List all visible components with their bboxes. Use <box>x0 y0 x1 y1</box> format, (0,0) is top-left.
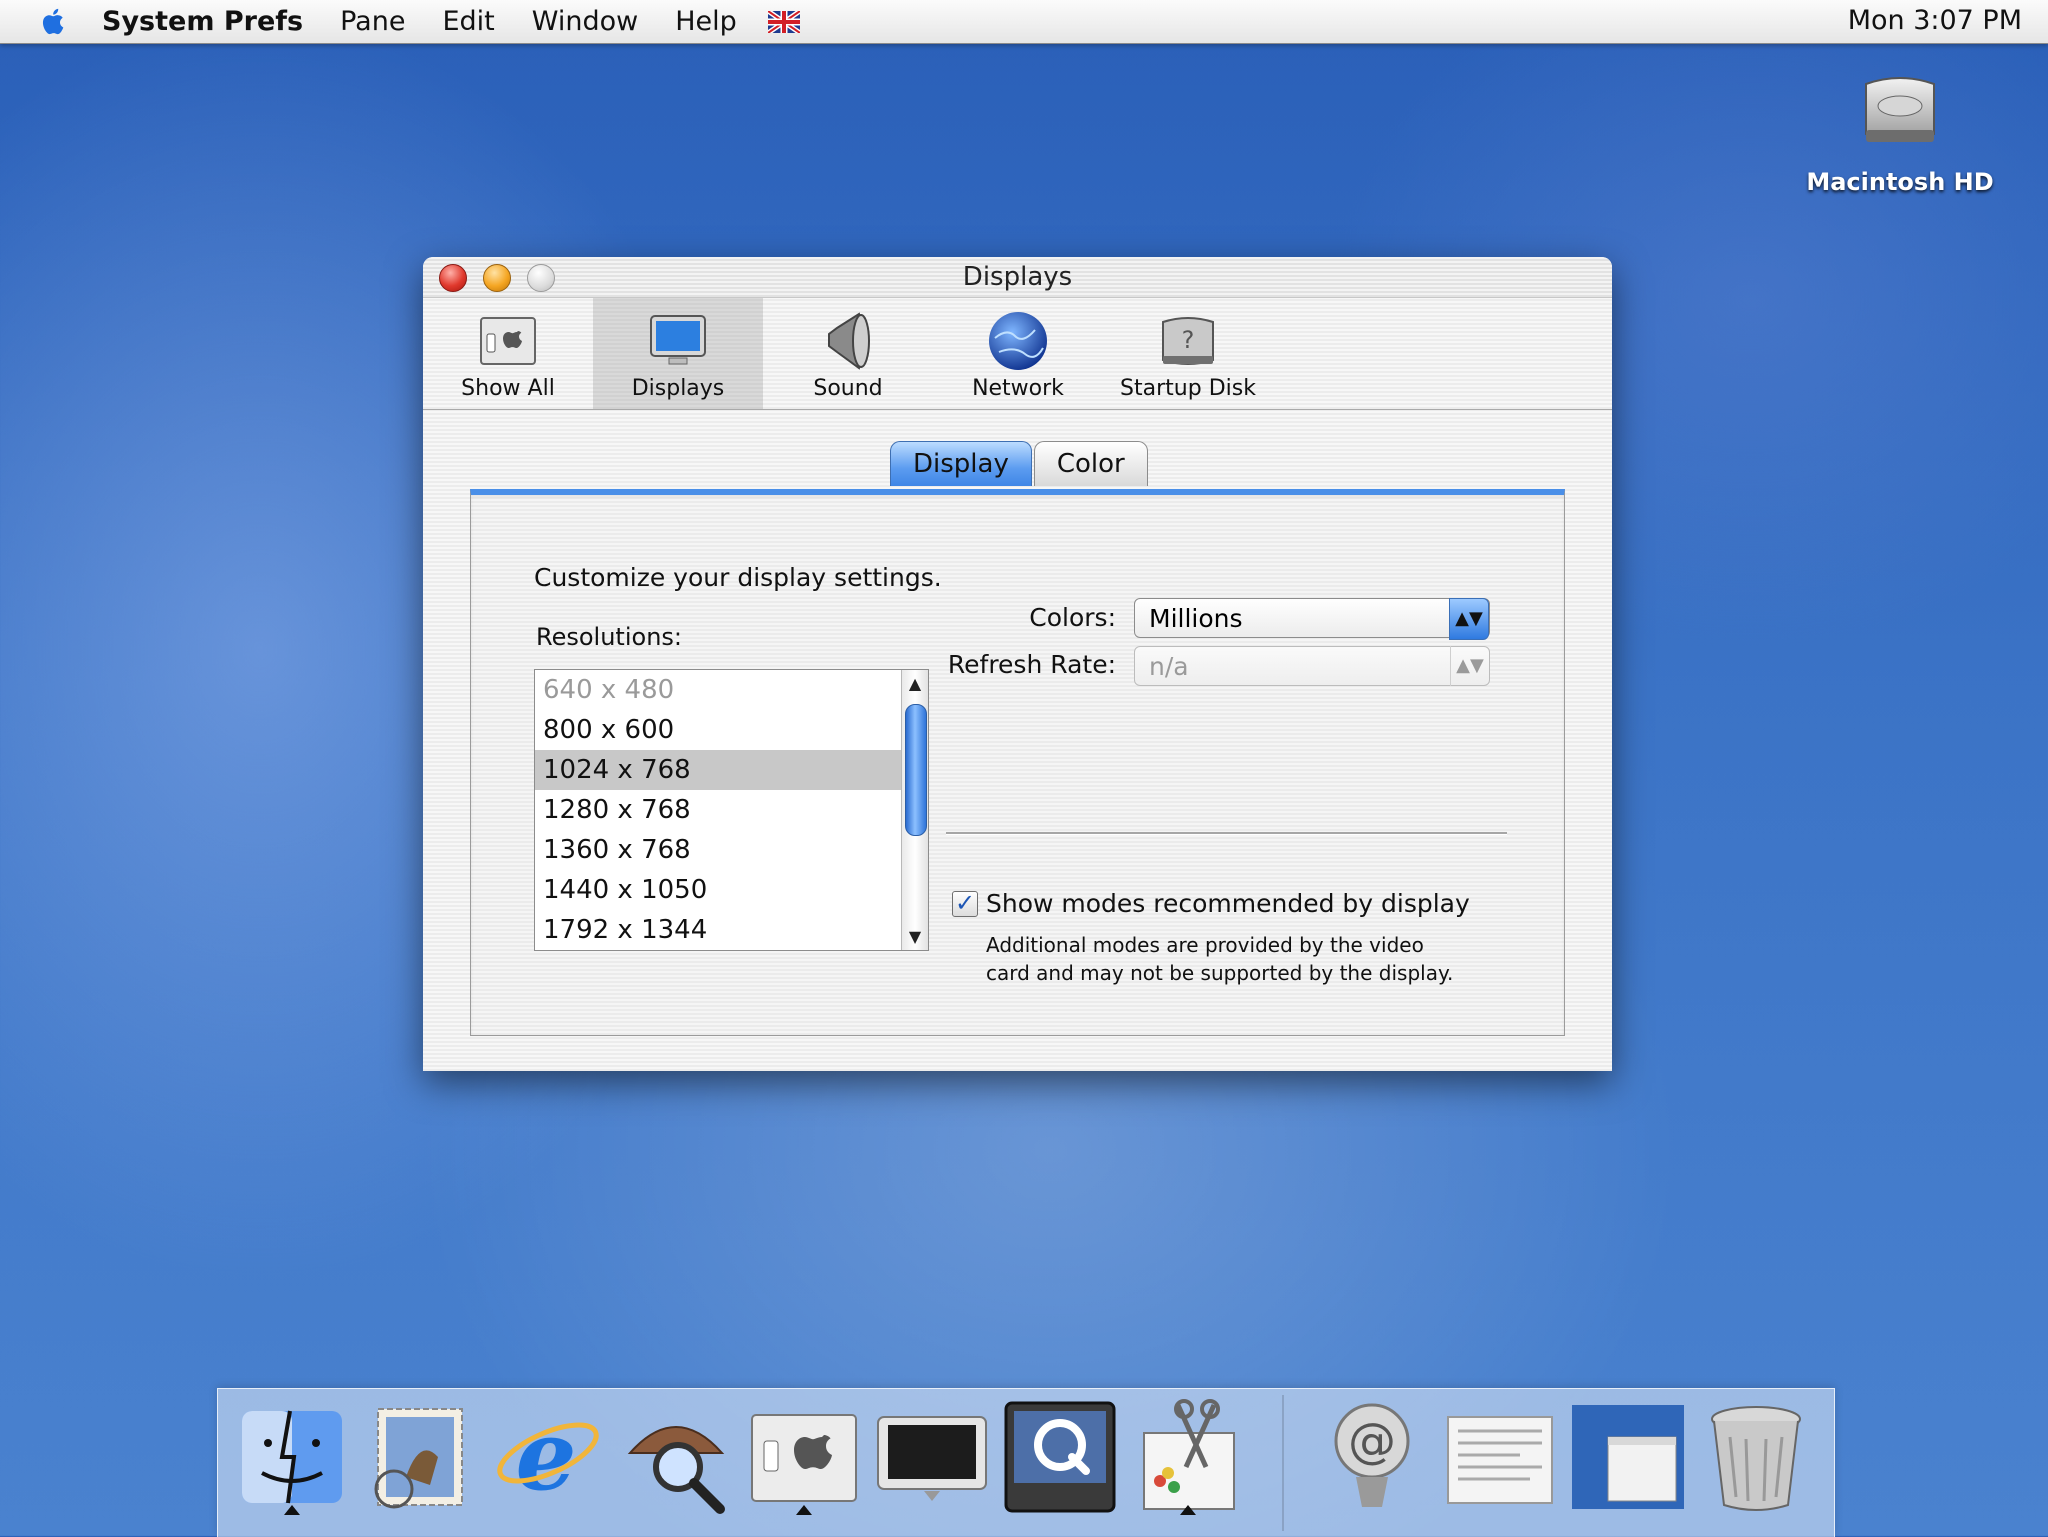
refresh-rate-label: Refresh Rate: <box>947 650 1116 679</box>
colors-label: Colors: <box>1029 603 1116 632</box>
colors-select-value: Millions <box>1149 604 1243 633</box>
speaker-icon <box>828 312 870 370</box>
displays-window: Displays Show All Displays Sound Network… <box>423 257 1612 1071</box>
quicktime-icon <box>1004 1401 1116 1513</box>
scroll-down-arrow-icon[interactable]: ▼ <box>902 927 928 946</box>
dock-document[interactable] <box>1440 1397 1560 1517</box>
recommended-modes-checkbox[interactable]: ✓ <box>952 891 978 917</box>
mail-address-icon: @ <box>1334 1403 1410 1507</box>
svg-text:@: @ <box>1348 1413 1396 1469</box>
dock-display[interactable] <box>872 1397 992 1517</box>
refresh-rate-select[interactable]: n/a ▲▼ <box>1134 646 1490 686</box>
list-scrollbar[interactable]: ▲ ▼ <box>901 670 928 950</box>
menu-window[interactable]: Window <box>532 6 638 37</box>
minimize-button[interactable] <box>483 264 511 292</box>
dock-system-preferences[interactable] <box>744 1397 864 1517</box>
running-indicator-icon <box>284 1505 300 1515</box>
window-icon <box>1572 1405 1684 1509</box>
refresh-rate-value: n/a <box>1149 652 1189 681</box>
select-stepper-icon: ▲▼ <box>1450 646 1489 686</box>
document-icon <box>1447 1416 1553 1504</box>
internet-explorer-icon: e <box>497 1399 599 1512</box>
tab-color[interactable]: Color <box>1033 441 1148 486</box>
modes-note-line-2: card and may not be supported by the dis… <box>986 961 1454 985</box>
svg-text:e: e <box>515 1399 576 1512</box>
toolbar-show-all-label: Show All <box>461 376 555 401</box>
list-item-selected[interactable]: 1024 x 768 <box>535 750 928 790</box>
toolbar-sound[interactable]: Sound <box>763 298 933 409</box>
menu-help[interactable]: Help <box>675 6 737 37</box>
list-item[interactable]: 800 x 600 <box>535 710 928 750</box>
startup-disk-icon: ? <box>1162 317 1214 365</box>
toolbar-startup-disk-label: Startup Disk <box>1120 376 1256 401</box>
running-indicator-icon <box>1180 1505 1196 1515</box>
finder-icon <box>242 1410 342 1504</box>
list-item[interactable]: 1360 x 768 <box>535 830 928 870</box>
menu-app-name[interactable]: System Prefs <box>102 6 303 37</box>
dock-mail-address[interactable]: @ <box>1312 1397 1432 1517</box>
dock: e @ <box>217 1388 1835 1537</box>
apple-menu-icon[interactable] <box>36 4 72 40</box>
monitor-icon <box>650 315 706 365</box>
macintosh-hd[interactable]: Macintosh HD <box>1800 64 2000 196</box>
dock-separator <box>1282 1395 1284 1531</box>
trash-icon <box>1711 1406 1801 1511</box>
sherlock-icon <box>627 1426 725 1514</box>
dock-trash[interactable] <box>1696 1397 1816 1517</box>
globe-icon <box>989 312 1047 370</box>
list-item[interactable]: 640 x 480 <box>535 670 928 710</box>
system-preferences-icon <box>751 1414 857 1502</box>
macintosh-hd-label: Macintosh HD <box>1806 168 1994 196</box>
dock-sherlock[interactable] <box>616 1397 736 1517</box>
select-stepper-icon: ▲▼ <box>1449 598 1489 640</box>
dock-preview[interactable] <box>1128 1397 1248 1517</box>
list-item[interactable]: 1440 x 1050 <box>535 870 928 910</box>
toolbar-network[interactable]: Network <box>933 298 1103 409</box>
list-item[interactable]: 1792 x 1344 <box>535 910 928 950</box>
dock-window[interactable] <box>1568 1397 1688 1517</box>
svg-text:?: ? <box>1182 326 1195 354</box>
mail-icon <box>374 1408 463 1509</box>
resolutions-list[interactable]: 640 x 480 800 x 600 1024 x 768 1280 x 76… <box>534 669 929 951</box>
uk-flag-icon[interactable] <box>767 10 800 33</box>
resolutions-label: Resolutions: <box>536 623 682 651</box>
intro-text: Customize your display settings. <box>534 563 942 592</box>
colors-select[interactable]: Millions ▲▼ <box>1134 598 1490 640</box>
display-icon <box>877 1416 987 1501</box>
preview-icon <box>1143 1399 1235 1510</box>
tab-display[interactable]: Display <box>890 441 1032 486</box>
toolbar-displays[interactable]: Displays <box>593 298 763 409</box>
prefs-toolbar: Show All Displays Sound Network ? Startu… <box>423 298 1612 410</box>
toolbar-startup-disk[interactable]: ? Startup Disk <box>1103 298 1273 409</box>
display-panel: Customize your display settings. Resolut… <box>470 489 1565 1036</box>
window-titlebar[interactable]: Displays <box>423 257 1612 298</box>
scroll-thumb[interactable] <box>905 704 927 836</box>
show-all-icon <box>480 317 536 365</box>
window-title: Displays <box>962 262 1073 292</box>
modes-note-line-1: Additional modes are provided by the vid… <box>986 933 1424 957</box>
tab-bar: Display Color <box>890 441 1150 486</box>
menu-pane[interactable]: Pane <box>340 6 405 37</box>
dock-quicktime[interactable] <box>1000 1397 1120 1517</box>
dock-mail[interactable] <box>360 1397 480 1517</box>
recommended-modes-label[interactable]: Show modes recommended by display <box>986 889 1470 918</box>
menu-clock[interactable]: Mon 3:07 PM <box>1848 5 2022 36</box>
dock-internet-explorer[interactable]: e <box>488 1397 608 1517</box>
zoom-button[interactable] <box>527 264 555 292</box>
menu-edit[interactable]: Edit <box>442 6 494 37</box>
close-button[interactable] <box>439 264 467 292</box>
divider <box>946 832 1507 835</box>
toolbar-displays-label: Displays <box>631 376 725 401</box>
toolbar-sound-label: Sound <box>813 376 883 401</box>
menu-bar: System Prefs Pane Edit Window Help Mon 3… <box>0 0 2048 44</box>
running-indicator-icon <box>796 1505 812 1515</box>
toolbar-network-label: Network <box>972 376 1064 401</box>
hard-disk-icon <box>1865 77 1935 142</box>
modes-note: Additional modes are provided by the vid… <box>986 931 1546 987</box>
list-item[interactable]: 1280 x 768 <box>535 790 928 830</box>
dock-finder[interactable] <box>232 1397 352 1517</box>
toolbar-show-all[interactable]: Show All <box>423 298 593 409</box>
